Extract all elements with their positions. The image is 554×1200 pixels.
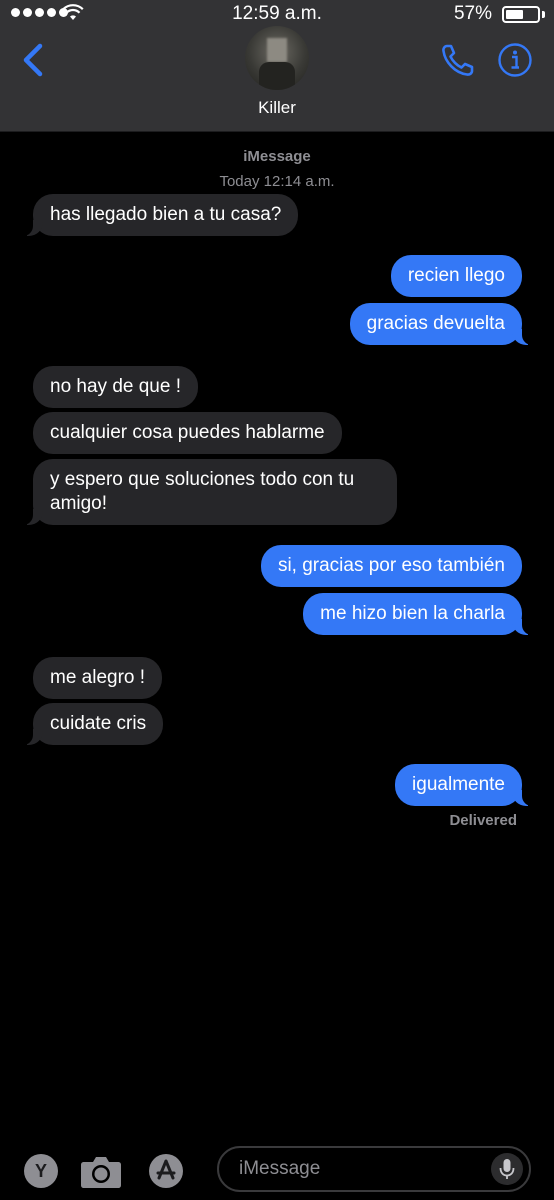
message-bubble-outgoing[interactable]: si, gracias por eso también (260, 545, 522, 587)
yelp-app-icon[interactable]: Y (24, 1154, 58, 1188)
info-icon[interactable] (497, 42, 533, 78)
service-label: iMessage (243, 148, 311, 165)
app-store-glyph-icon (156, 1159, 176, 1180)
message-bubble-incoming[interactable]: cualquier cosa puedes hablarme (33, 412, 342, 454)
message-bubble-outgoing[interactable]: recien llego (390, 255, 522, 297)
message-bubble-incoming[interactable]: y espero que soluciones todo con tu amig… (21, 459, 397, 525)
battery-percentage: 57% (453, 3, 492, 24)
message-bubble-incoming[interactable]: me alegro ! (33, 657, 163, 699)
contact-name[interactable]: Killer (0, 98, 554, 118)
message-bubble-incoming[interactable]: no hay de que ! (33, 366, 198, 408)
status-bar: 12:59 a.m. 57% (0, 0, 554, 26)
message-input[interactable]: iMessage (217, 1146, 531, 1192)
thread-timestamp: Today 12:14 a.m. (219, 173, 335, 190)
battery-tip (542, 11, 545, 18)
message-bubble-outgoing[interactable]: gracias devuelta (349, 303, 535, 345)
message-thread: iMessage Today 12:14 a.m. has llegado bi… (0, 131, 554, 1141)
back-chevron-icon[interactable] (18, 40, 48, 80)
contact-avatar[interactable] (245, 26, 309, 90)
message-bubble-incoming[interactable]: has llegado bien a tu casa? (20, 194, 299, 236)
phone-icon[interactable] (438, 40, 478, 80)
battery-icon (502, 6, 540, 23)
app-store-icon[interactable] (149, 1154, 183, 1188)
message-bubble-outgoing[interactable]: igualmente (395, 764, 534, 806)
input-bar: Y iMessage (0, 1141, 554, 1200)
camera-icon[interactable] (80, 1153, 122, 1189)
delivered-status: Delivered (449, 812, 517, 829)
conversation-header: Killer (0, 26, 554, 132)
message-bubble-incoming[interactable]: cuidate cris (20, 703, 164, 745)
message-bubble-outgoing[interactable]: me hizo bien la charla (303, 593, 534, 635)
microphone-icon[interactable] (491, 1153, 523, 1185)
message-input-placeholder: iMessage (239, 1158, 321, 1179)
